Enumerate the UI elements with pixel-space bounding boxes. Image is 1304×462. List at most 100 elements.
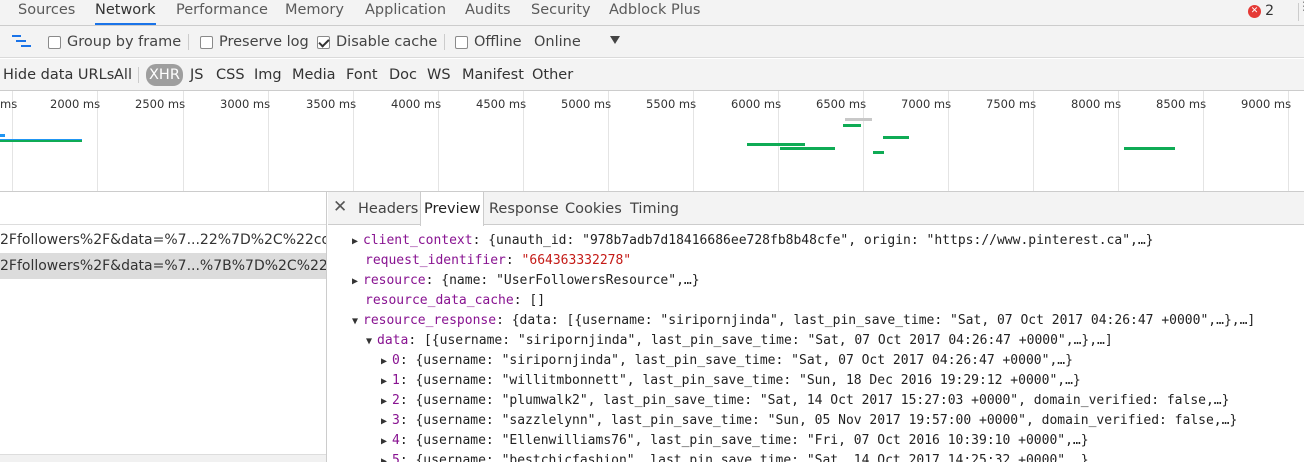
tab-headers[interactable]: Headers — [358, 192, 418, 225]
tree-node-item-4[interactable]: ▶ 4: {username: "Ellenwilliams76", last_p… — [381, 431, 1089, 451]
filter-manifest[interactable]: Manifest — [462, 64, 524, 86]
request-bar — [0, 134, 5, 137]
tree-node-resource-response[interactable]: ▼ resource_response: {data: [{username: "… — [352, 311, 1255, 331]
tree-node-data[interactable]: ▼ data: [{username: "siripornjinda", last… — [366, 331, 1113, 351]
filter-other[interactable]: Other — [532, 64, 573, 86]
tick-label: 5500 ms — [646, 97, 697, 111]
tick-label: 7000 ms — [901, 97, 952, 111]
tree-node-item-5[interactable]: ▶ 5: {username: "bestchicfashion", last_p… — [381, 451, 1089, 462]
filter-xhr[interactable]: XHR — [146, 64, 183, 86]
timeline-overview[interactable]: ms 2000 ms 2500 ms 3000 ms 3500 ms 4000 … — [0, 91, 1304, 192]
tab-response[interactable]: Response — [489, 192, 559, 225]
json-key: 5 — [392, 453, 400, 462]
tab-preview[interactable]: Preview — [420, 192, 485, 226]
tab-timing[interactable]: Timing — [630, 192, 679, 225]
horizontal-scrollbar[interactable] — [0, 454, 326, 462]
tab-audits[interactable]: Audits — [465, 0, 511, 25]
filter-js[interactable]: JS — [190, 64, 203, 86]
filter-divider — [138, 67, 139, 83]
filter-img[interactable]: Img — [254, 64, 282, 86]
tick-label: 6500 ms — [816, 97, 867, 111]
request-detail-tabs: ✕ Headers Preview Response Cookies Timin… — [328, 192, 1304, 226]
close-icon[interactable]: ✕ — [333, 197, 347, 217]
tab-security[interactable]: Security — [531, 0, 591, 25]
filter-css[interactable]: CSS — [216, 64, 245, 86]
json-value: [] — [529, 293, 546, 308]
filter-ws[interactable]: WS — [427, 64, 451, 86]
checkbox-checked-icon — [317, 35, 330, 49]
request-row-selected[interactable]: 2Ffollowers%2F&data=%7...%7B%7D%2C%22... — [0, 253, 326, 279]
expand-arrow-icon[interactable]: ▶ — [381, 432, 392, 452]
tick-label: 9000 ms — [1241, 97, 1292, 111]
request-bar — [843, 124, 861, 127]
tab-sources[interactable]: Sources — [18, 0, 75, 25]
group-by-frame-checkbox[interactable]: Group by frame — [48, 26, 181, 58]
tab-application[interactable]: Application — [365, 0, 446, 25]
tree-node-item-2[interactable]: ▶ 2: {username: "plumwalk2", last_pin_sav… — [381, 391, 1229, 411]
tab-memory[interactable]: Memory — [285, 0, 344, 25]
offline-checkbox[interactable]: Offline — [455, 26, 522, 58]
tree-node-resource-data-cache: resource_data_cache: [] — [365, 293, 546, 308]
tick-label: 7500 ms — [986, 97, 1037, 111]
expand-arrow-icon[interactable]: ▶ — [381, 372, 392, 392]
request-bar — [883, 136, 909, 139]
tick-label: 4500 ms — [476, 97, 527, 111]
request-bar — [747, 143, 805, 146]
tree-node-client-context[interactable]: ▶ client_context: {unauth_id: "978b7adb7d… — [352, 231, 1154, 251]
error-counter[interactable]: ✕ 2 — [1248, 2, 1274, 20]
expand-arrow-icon[interactable]: ▶ — [381, 352, 392, 372]
json-key: data — [377, 333, 409, 348]
tab-performance[interactable]: Performance — [176, 0, 268, 25]
tick-label: 8500 ms — [1156, 97, 1207, 111]
disable-cache-label: Disable cache — [336, 34, 438, 50]
expand-arrow-icon[interactable]: ▶ — [352, 232, 363, 252]
json-value: {username: "siripornjinda", last_pin_sav… — [415, 353, 1073, 368]
filter-font[interactable]: Font — [346, 64, 378, 86]
json-value: "664363332278" — [521, 253, 632, 268]
expand-arrow-icon[interactable]: ▶ — [381, 452, 392, 462]
expand-arrow-icon[interactable]: ▶ — [381, 412, 392, 432]
collapse-arrow-icon[interactable]: ▼ — [352, 312, 363, 332]
expand-arrow-icon[interactable]: ▶ — [352, 272, 363, 292]
waterfall-view-icon[interactable] — [12, 34, 32, 50]
filter-bar: Hide data URLs All XHR JS CSS Img Media … — [0, 59, 1304, 91]
throttling-select[interactable]: Online — [534, 26, 581, 58]
dropdown-arrow-icon[interactable] — [610, 36, 620, 44]
more-options-icon[interactable]: ⋮ — [1298, 0, 1304, 12]
tick-label: 6000 ms — [731, 97, 782, 111]
tree-node-item-3[interactable]: ▶ 3: {username: "sazzlelynn", last_pin_sa… — [381, 411, 1237, 431]
tab-network[interactable]: Network — [95, 0, 156, 25]
preserve-log-checkbox[interactable]: Preserve log — [200, 26, 309, 58]
offline-label: Offline — [474, 34, 522, 50]
tab-cookies[interactable]: Cookies — [565, 192, 622, 225]
tick-label: 5000 ms — [561, 97, 612, 111]
group-by-frame-label: Group by frame — [67, 34, 182, 50]
json-value: [{username: "siripornjinda", last_pin_sa… — [423, 333, 1113, 348]
tab-adblock-plus[interactable]: Adblock Plus — [609, 0, 700, 25]
tree-node-resource[interactable]: ▶ resource: {name: "UserFollowersResource… — [352, 271, 700, 291]
json-key: request_identifier — [365, 253, 506, 268]
preserve-log-label: Preserve log — [219, 34, 309, 50]
tree-node-item-0[interactable]: ▶ 0: {username: "siripornjinda", last_pin… — [381, 351, 1073, 371]
checkbox-icon — [455, 35, 468, 49]
tick-label: 8000 ms — [1071, 97, 1122, 111]
tick-label: 3500 ms — [306, 97, 357, 111]
collapse-arrow-icon[interactable]: ▼ — [366, 332, 377, 352]
tree-node-item-1[interactable]: ▶ 1: {username: "willitmbonnett", last_pi… — [381, 371, 1081, 391]
filter-all[interactable]: All — [114, 64, 132, 86]
json-value: {username: "Ellenwilliams76", last_pin_s… — [415, 433, 1089, 448]
tick-label: 2000 ms — [50, 97, 101, 111]
request-bar — [780, 147, 835, 150]
error-icon: ✕ — [1248, 4, 1262, 18]
request-row[interactable]: 2Ffollowers%2F&data=%7...22%7D%2C%22co..… — [0, 227, 326, 253]
json-key: resource_data_cache — [365, 293, 514, 308]
request-bar — [845, 118, 872, 121]
expand-arrow-icon[interactable]: ▶ — [381, 392, 392, 412]
disable-cache-checkbox[interactable]: Disable cache — [317, 26, 437, 58]
json-key: client_context — [363, 233, 473, 248]
hide-data-urls-toggle[interactable]: Hide data URLs — [3, 64, 114, 86]
json-value: {unauth_id: "978b7adb7d18416686ee728fb8b… — [488, 233, 1154, 248]
filter-doc[interactable]: Doc — [389, 64, 417, 86]
filter-media[interactable]: Media — [292, 64, 336, 86]
throttling-value: Online — [534, 34, 581, 50]
